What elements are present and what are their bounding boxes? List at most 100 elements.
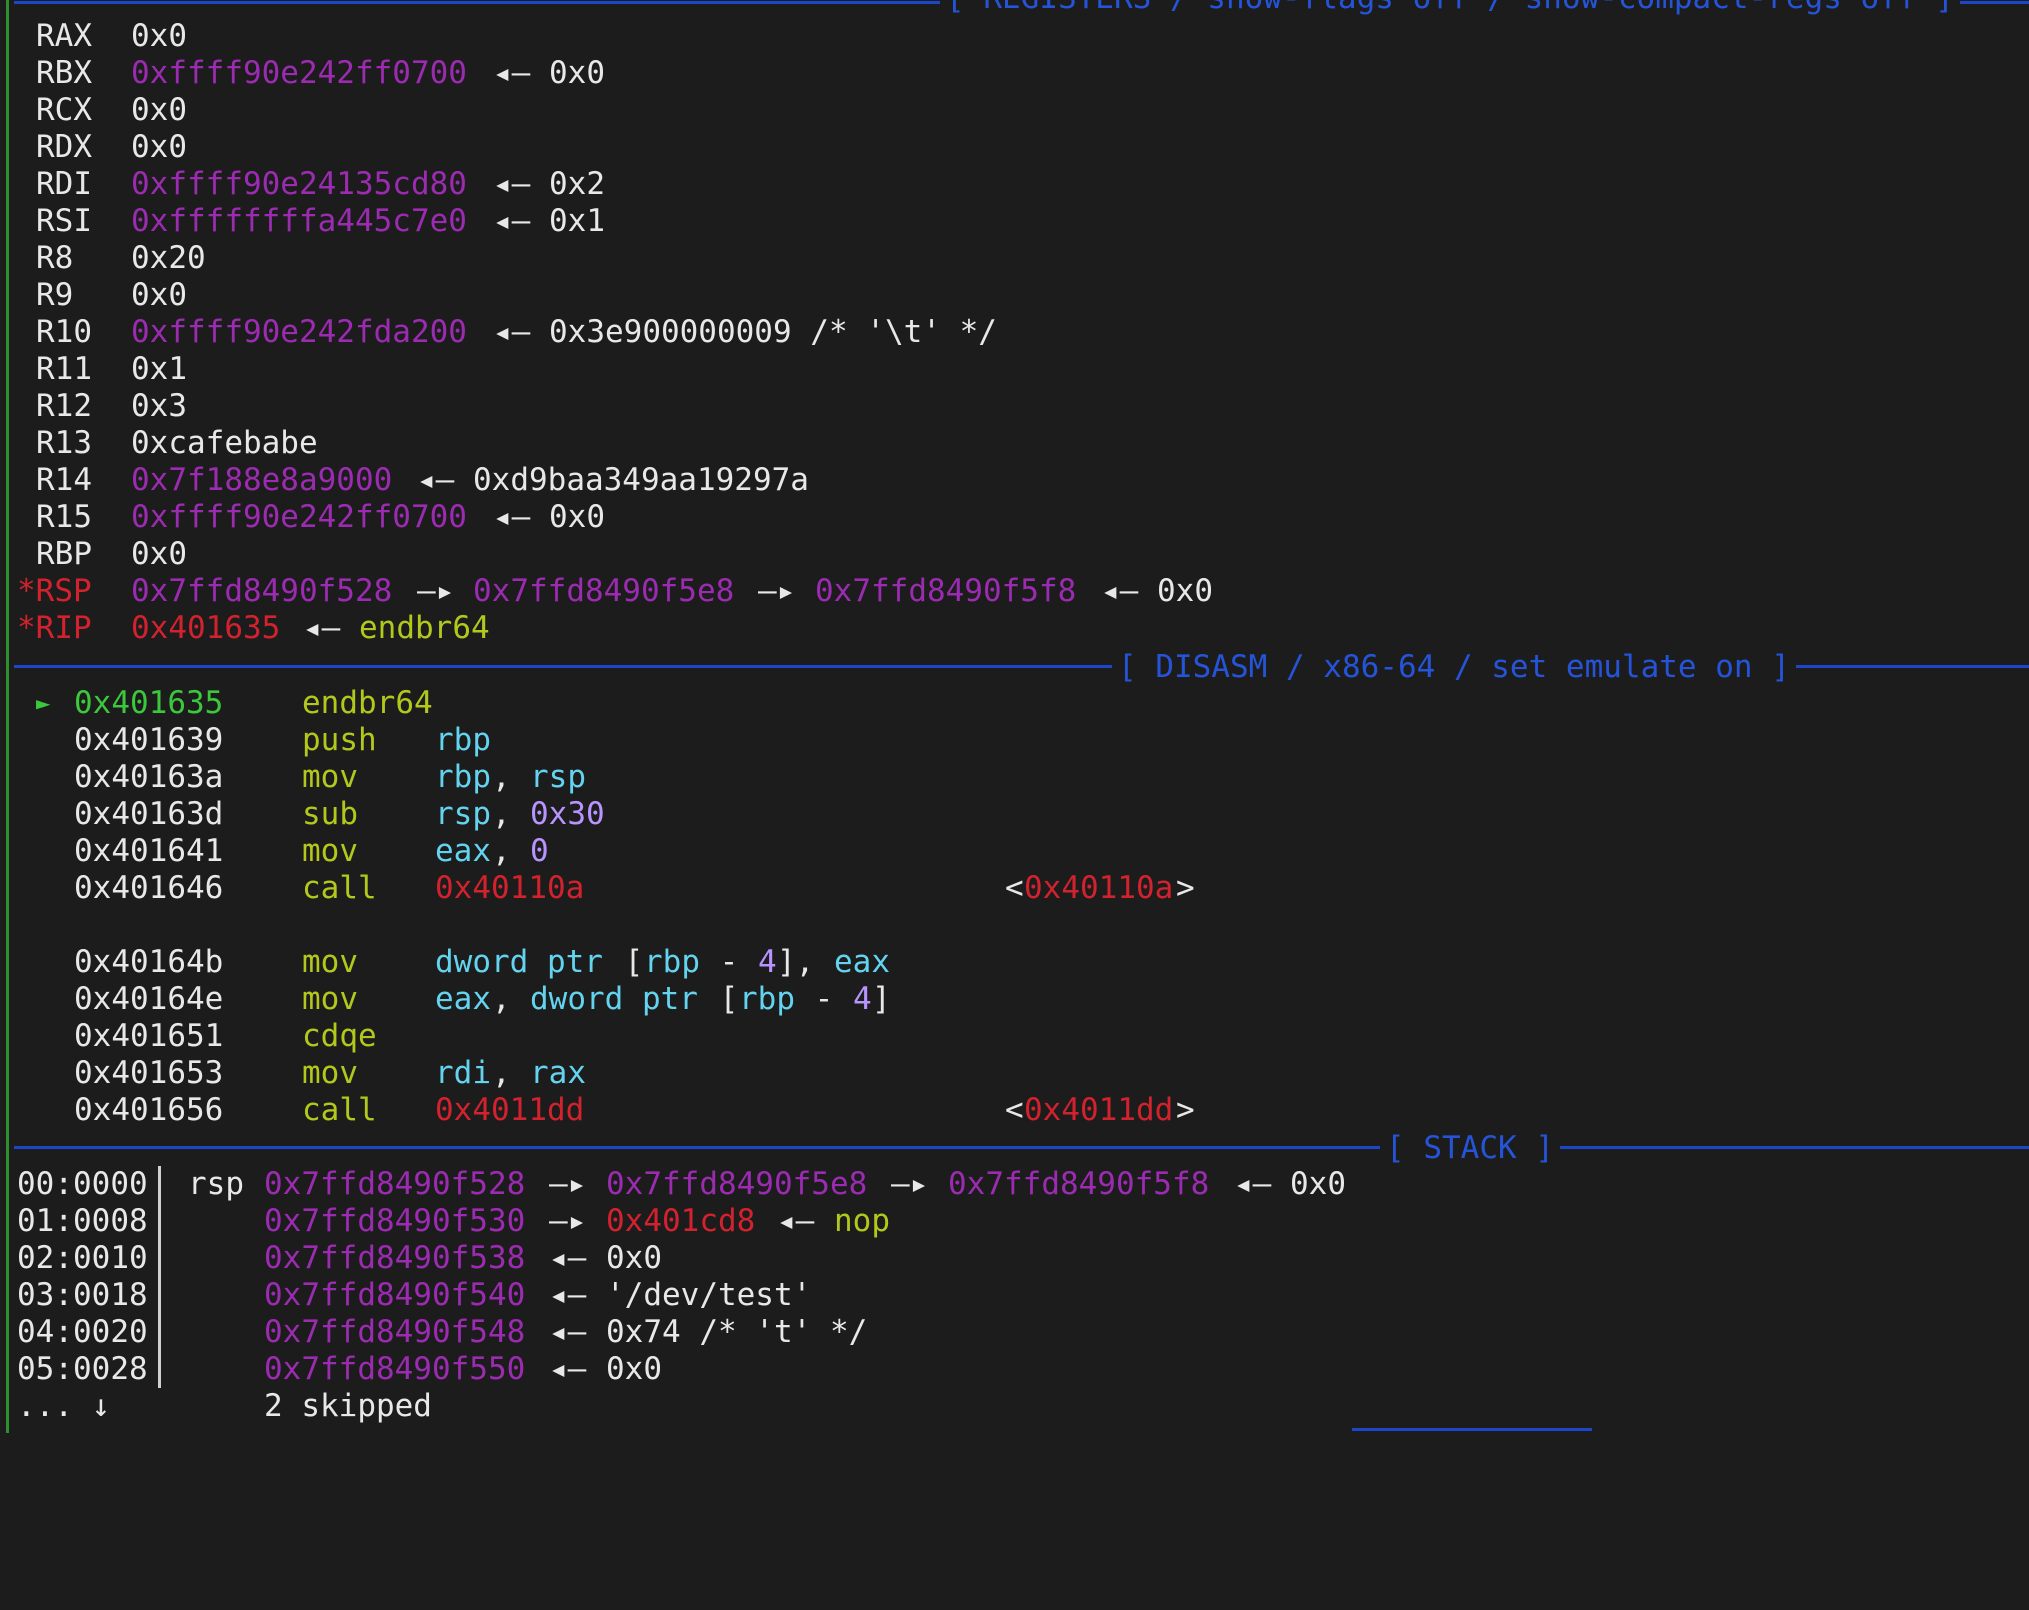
register-value: 0x0 [131,92,187,128]
disasm-line[interactable]: 0x401653 mov rdi , rax [0,1055,586,1092]
instruction-address: 0x40163d [74,796,224,832]
stack-row[interactable]: 04:0020 0x7ffd8490f548 ◂— 0x74 /* 't' */ [0,1314,867,1351]
stack-separator [14,1146,2029,1149]
deref-target: 0x2 [549,166,605,202]
deref-target: 0x0 [549,55,605,91]
register-r8[interactable]: R8 0x20 [0,240,206,277]
register-r11[interactable]: R11 0x1 [0,351,187,388]
disasm-line[interactable]: 0x401651 cdqe [0,1018,377,1055]
register-r12[interactable]: R12 0x3 [0,388,187,425]
register-value: 0xffff90e242ff0700 [131,499,467,535]
register-rdi[interactable]: RDI 0xffff90e24135cd80 ◂— 0x2 [0,166,605,203]
operand-register: rbp [739,981,795,1017]
deref-arrow: —▸ [549,1166,587,1202]
operand-offset: 4 [853,981,872,1017]
operand-register: rbp [435,759,491,795]
operand-register: eax [435,981,491,1017]
deref-target: 0x0 [1290,1166,1346,1202]
operand-register: rbp [644,944,700,980]
register-r10[interactable]: R10 0xffff90e242fda200 ◂— 0x3e900000009 … [0,314,997,351]
operand-register: eax [435,833,491,869]
disasm-line[interactable]: 0x401639 push rbp [0,722,491,759]
deref-target: 0xd9baa349aa19297a [473,462,809,498]
operand-separator: , [492,833,530,869]
register-rbx[interactable]: RBX 0xffff90e242ff0700 ◂— 0x0 [0,55,605,92]
stack-index: 01:0008 [17,1203,148,1239]
stack-skip-row[interactable]: ... ↓ 2 skipped [0,1388,432,1425]
deref-arrow: ◂— [777,1203,815,1239]
instruction-address: 0x40164b [74,944,224,980]
register-name: RSI [36,203,92,239]
register-value: 0x401635 [131,610,281,646]
register-r14[interactable]: R14 0x7f188e8a9000 ◂— 0xd9baa349aa19297a [0,462,809,499]
stack-index: 00:0000 [17,1166,148,1202]
deref-target: 0x0 [606,1351,662,1387]
instruction-address: 0x401646 [74,870,224,906]
deref-instruction: endbr64 [359,610,490,646]
stack-row[interactable]: 01:0008 0x7ffd8490f530 —▸ 0x401cd8 ◂— no… [0,1203,890,1240]
stack-row[interactable]: 03:0018 0x7ffd8490f540 ◂— '/dev/test' [0,1277,811,1314]
register-value: 0xffff90e242fda200 [131,314,467,350]
operand-separator: , [492,1055,530,1091]
operand-immediate: 0 [530,833,549,869]
instruction-mnemonic: mov [302,944,358,980]
disasm-line-current[interactable]: ► 0x401635 endbr64 [0,685,433,722]
stack-label: rsp [188,1166,244,1202]
register-rdx[interactable]: RDX 0x0 [0,129,187,166]
register-r15[interactable]: R15 0xffff90e242ff0700 ◂— 0x0 [0,499,605,536]
register-r9[interactable]: R9 0x0 [0,277,187,314]
stack-index: 04:0020 [17,1314,148,1350]
register-r13[interactable]: R13 0xcafebabe [0,425,318,462]
disasm-line[interactable]: 0x40164b mov dword ptr [ rbp - 4 ], eax [0,944,890,981]
register-rbp[interactable]: RBP 0x0 [0,536,187,573]
stack-row[interactable]: 02:0010 0x7ffd8490f538 ◂— 0x0 [0,1240,662,1277]
register-name: R12 [36,388,92,424]
call-annotation-address: 0x40110a [1024,870,1174,906]
register-name: RBP [36,536,92,572]
disasm-line[interactable]: 0x40163a mov rbp , rsp [0,759,586,796]
operand-immediate: 0x30 [530,796,605,832]
operand-size: dword ptr [435,944,603,980]
instruction-address: 0x401641 [74,833,224,869]
stack-address: 0x7ffd8490f528 [264,1166,526,1202]
register-name: R15 [36,499,92,535]
deref-target: 0x0 [1157,573,1213,609]
instruction-address: 0x401635 [74,685,224,721]
stack-divider [158,1277,161,1314]
register-rip[interactable]: *RIP 0x401635 ◂— endbr64 [0,610,490,647]
register-rcx[interactable]: RCX 0x0 [0,92,187,129]
stack-address: 0x7ffd8490f538 [264,1240,526,1276]
deref-arrow: ◂— [493,203,531,239]
stack-divider [158,1351,161,1388]
operand-bracket: [ [606,944,644,980]
call-target[interactable]: 0x4011dd [435,1092,584,1129]
operand-minus: - [796,981,852,1017]
call-annotation-address: 0x4011dd [1024,1092,1174,1128]
register-rax[interactable]: RAX 0x0 [0,18,187,55]
register-value: 0x0 [131,18,187,54]
call-target[interactable]: 0x40110a [435,870,584,907]
instruction-mnemonic: mov [302,981,358,1017]
register-value: 0x0 [131,536,187,572]
stack-divider [158,1166,161,1203]
disasm-line[interactable]: 0x401641 mov eax , 0 [0,833,549,870]
deref-pointer: 0x7ffd8490f5f8 [948,1166,1210,1202]
deref-arrow: ◂— [549,1277,587,1313]
instruction-address: 0x401651 [74,1018,224,1054]
disasm-line[interactable]: 0x401656 call 0x4011dd < 0x4011dd > [0,1092,1195,1129]
instruction-mnemonic: call [302,1092,377,1128]
register-rsp[interactable]: *RSP 0x7ffd8490f528 —▸ 0x7ffd8490f5e8 —▸… [0,573,1213,610]
instruction-mnemonic: endbr64 [302,685,433,721]
operand-register: rsp [435,796,491,832]
operand-bracket: [ [701,981,739,1017]
operand-offset: 4 [758,944,777,980]
deref-arrow: —▸ [758,573,796,609]
deref-pointer: 0x7ffd8490f5f8 [815,573,1077,609]
disasm-line[interactable]: 0x401646 call 0x40110a < 0x40110a > [0,870,1195,907]
stack-row[interactable]: 00:0000 rsp 0x7ffd8490f528 —▸ 0x7ffd8490… [0,1166,1346,1203]
disasm-line[interactable]: 0x40163d sub rsp , 0x30 [0,796,605,833]
disasm-line[interactable]: 0x40164e mov eax , dword ptr [ rbp - 4 ] [0,981,891,1018]
register-rsi[interactable]: RSI 0xffffffffa445c7e0 ◂— 0x1 [0,203,605,240]
deref-arrow: —▸ [891,1166,929,1202]
stack-row[interactable]: 05:0028 0x7ffd8490f550 ◂— 0x0 [0,1351,662,1388]
